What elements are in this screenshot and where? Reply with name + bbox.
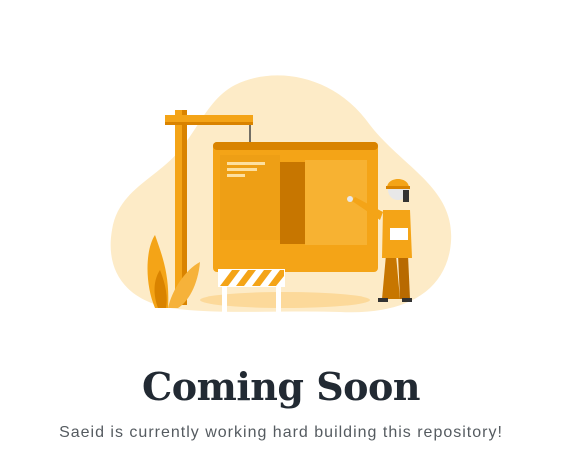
page-subtitle: Saeid is currently working hard building… [59,424,503,441]
billboard-icon [213,142,378,272]
coming-soon-page: Coming Soon Saeid is currently working h… [0,0,562,461]
page-title: Coming Soon [142,364,420,409]
under-construction-illustration [110,75,452,313]
